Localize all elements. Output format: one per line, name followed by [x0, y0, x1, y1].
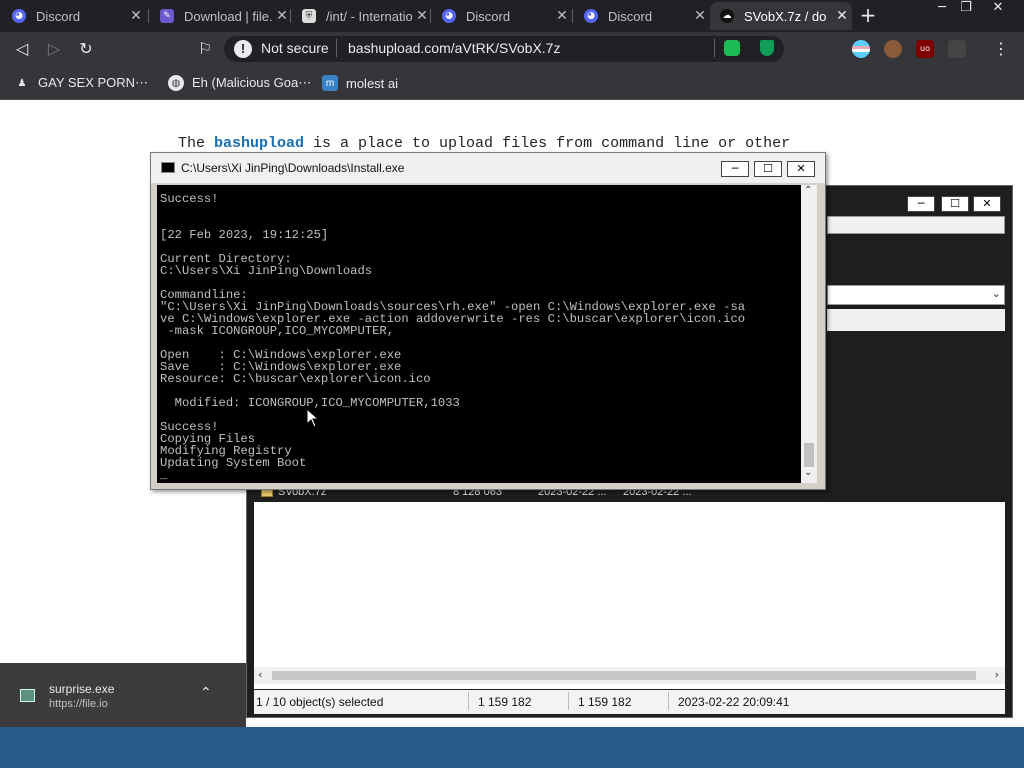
cloud-icon: ☁ [720, 9, 734, 23]
bookmark-icon[interactable]: ⚐ [194, 38, 216, 60]
tab-discord-3[interactable]: ◕ Discord ✕ [574, 2, 710, 30]
maximize-button[interactable]: ☐ [754, 161, 782, 177]
vertical-scrollbar[interactable]: ⌃ ⌄ [801, 185, 817, 483]
bookmark-item[interactable]: m molest ai [322, 73, 398, 93]
globe-icon: ◍ [168, 75, 184, 91]
chevron-down-icon: ⌄ [991, 287, 1001, 300]
console-titlebar[interactable]: C:\Users\Xi JinPing\Downloads\Install.ex… [151, 153, 825, 183]
window-title: C:\Users\Xi JinPing\Downloads\Install.ex… [181, 161, 405, 175]
extension-green-icon[interactable] [724, 40, 740, 56]
close-tab-icon[interactable]: ✕ [272, 8, 292, 24]
download-item[interactable]: surprise.exe https://file.io ⌃ [8, 671, 234, 719]
scroll-down-icon[interactable]: ⌄ [804, 467, 812, 478]
flag-extension-icon[interactable] [852, 40, 870, 58]
chevron-up-icon[interactable]: ⌃ [200, 685, 212, 701]
shield-icon: ⛨ [302, 9, 316, 23]
bookmark-item-icon: m [322, 75, 338, 91]
minimize-button[interactable]: ─ [721, 161, 749, 177]
page-intro-text: The bashupload is a place to upload file… [178, 135, 791, 152]
mouse-cursor-icon [306, 408, 320, 428]
file-io-icon: ✎ [160, 9, 174, 23]
profile-avatar-icon[interactable] [884, 40, 902, 58]
console-window[interactable]: C:\Users\Xi JinPing\Downloads\Install.ex… [150, 152, 826, 490]
warning-icon: ! [234, 40, 252, 58]
tab-svobx-active[interactable]: ☁ SVobX.7z / do ✕ [710, 2, 852, 30]
bookmark-item[interactable]: ◍ Eh (Malicious Goa⋯ [168, 73, 311, 93]
scroll-right-icon[interactable]: › [995, 668, 999, 681]
close-tab-icon[interactable]: ✕ [832, 8, 852, 24]
close-button[interactable]: ✕ [973, 196, 1001, 212]
back-icon[interactable]: ◁ [11, 38, 33, 60]
not-secure-label: Not secure [261, 40, 329, 56]
url-text[interactable]: bashupload.com/aVtRK/SVobX.7z [348, 40, 560, 56]
download-source: https://file.io [49, 698, 108, 710]
taskbar [0, 727, 1024, 768]
reload-icon[interactable]: ↻ [75, 38, 97, 60]
scrollbar-thumb[interactable] [804, 443, 814, 467]
bookmark-item-icon: ♟ [17, 77, 27, 89]
restore-icon[interactable]: ❐ [952, 0, 980, 16]
scrollbar-thumb[interactable] [272, 671, 976, 680]
console-output[interactable]: Success! [22 Feb 2023, 19:12:25] Current… [157, 185, 801, 483]
column-header [827, 309, 1005, 331]
tab-discord-1[interactable]: ◕ Discord ✕ [2, 2, 146, 30]
menu-icon[interactable]: ⋮ [990, 38, 1012, 60]
close-tab-icon[interactable]: ✕ [552, 8, 572, 24]
address-bar[interactable]: ! Not secure bashupload.com/aVtRK/SVobX.… [224, 36, 784, 62]
scroll-up-icon[interactable]: ⌃ [804, 185, 812, 196]
tab-strip: ◕ Discord ✕ ✎ Download | file.io ✕ ⛨ /in… [0, 0, 1024, 32]
browser-toolbar: ◁ ▷ ↻ ⚐ ! Not secure bashupload.com/aVtR… [0, 32, 1024, 66]
download-shelf: surprise.exe https://file.io ⌃ [0, 663, 246, 727]
exe-file-icon [20, 689, 35, 702]
close-tab-icon[interactable]: ✕ [126, 8, 146, 24]
tab-discord-2[interactable]: ◕ Discord ✕ [432, 2, 572, 30]
path-field[interactable] [827, 216, 1005, 234]
close-tab-icon[interactable]: ✕ [690, 8, 710, 24]
new-tab-icon[interactable]: + [858, 5, 878, 25]
console-app-icon [161, 162, 175, 173]
minimize-button[interactable]: ─ [907, 196, 935, 212]
bookmarks-bar: ♟ GAY SEX PORN⋯ ◍ Eh (Malicious Goa⋯ m m… [0, 66, 1024, 100]
tab-int-international[interactable]: ⛨ /int/ - International ✕ [292, 2, 432, 30]
close-tab-icon[interactable]: ✕ [412, 8, 432, 24]
extension-icon[interactable] [948, 40, 966, 58]
bashupload-link[interactable]: bashupload [214, 135, 304, 152]
scroll-left-icon[interactable]: ‹ [258, 668, 262, 681]
close-window-icon[interactable]: ✕ [984, 0, 1012, 16]
discord-icon: ◕ [12, 9, 26, 23]
file-list[interactable]: ‹ › [254, 502, 1005, 689]
discord-icon: ◕ [584, 9, 598, 23]
status-bar: 1 / 10 object(s) selected 1 159 182 1 15… [254, 690, 1005, 714]
discord-icon: ◕ [442, 9, 456, 23]
download-filename: surprise.exe [49, 682, 115, 696]
close-button[interactable]: ✕ [787, 161, 815, 177]
ublock-icon[interactable]: uo [916, 40, 934, 58]
shield-extension-icon[interactable] [760, 40, 774, 56]
forward-icon[interactable]: ▷ [43, 38, 65, 60]
filter-dropdown[interactable]: ⌄ [827, 285, 1005, 305]
horizontal-scrollbar[interactable]: ‹ › [254, 667, 1005, 684]
bookmark-item[interactable]: ♟ GAY SEX PORN⋯ [14, 73, 149, 93]
tab-download-fileio[interactable]: ✎ Download | file.io ✕ [150, 2, 292, 30]
maximize-button[interactable]: ☐ [941, 196, 969, 212]
